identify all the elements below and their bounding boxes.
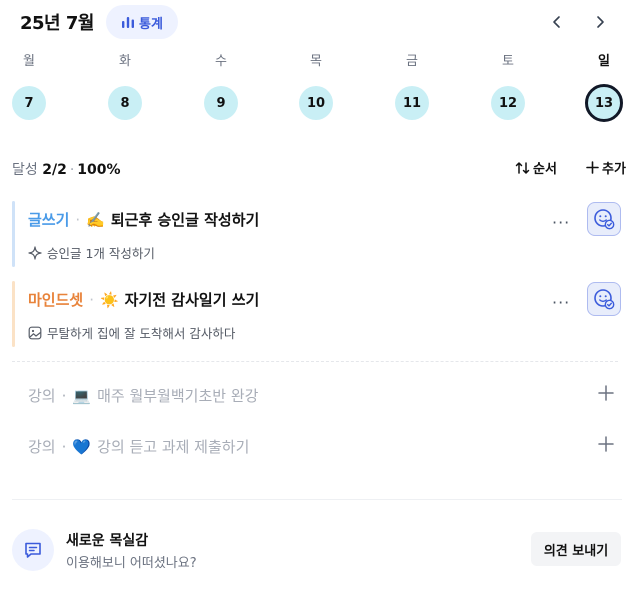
task-category: 마인드셋	[28, 291, 84, 309]
order-button[interactable]: 순서	[515, 158, 557, 177]
calendar-header: 25년 7월 통계	[0, 0, 640, 44]
task-emoji: ☀️	[99, 290, 119, 309]
separator-dot: ·	[69, 162, 75, 178]
bar-chart-icon	[122, 17, 135, 28]
day-wed[interactable]: 수 9	[191, 52, 251, 120]
day-name: 일	[598, 54, 610, 69]
achievement-summary: 달성 2/2 · 100% 순서 추가	[12, 156, 628, 180]
pending-task-item[interactable]: 강의 · 💻 매주 월부월백기초반 완강	[12, 379, 618, 411]
task-color-bar	[12, 201, 15, 267]
feedback-subtitle: 이용해보니 어떠셨나요?	[66, 556, 197, 571]
add-label: 추가	[602, 162, 626, 177]
task-emoji: ✍️	[86, 210, 105, 229]
task-emoji: 💻	[72, 386, 92, 405]
separator-dot: ·	[75, 210, 81, 229]
stats-button[interactable]: 통계	[106, 5, 178, 39]
week-strip: 월 7 화 8 수 9 목 10 금 11 토 12 일 13	[0, 52, 640, 124]
chevron-right-icon	[597, 16, 604, 28]
day-date: 8	[108, 86, 142, 120]
add-to-today-button[interactable]	[596, 434, 616, 454]
day-date: 7	[12, 86, 46, 120]
task-name: 자기전 감사일기 쓰기	[124, 291, 260, 309]
footer-divider	[12, 499, 622, 500]
day-name: 월	[23, 54, 35, 69]
separator-dot: ·	[61, 437, 67, 456]
task-emoji: 💙	[72, 437, 92, 456]
plus-icon	[598, 436, 614, 452]
separator-dot: ·	[89, 290, 94, 309]
day-sat[interactable]: 토 12	[478, 52, 538, 120]
separator-dot: ·	[61, 386, 67, 405]
feedback-title: 새로운 목실감	[66, 533, 149, 549]
day-name: 목	[310, 54, 322, 69]
day-name: 화	[119, 54, 131, 69]
task-name: 매주 월부월백기초반 완강	[97, 387, 259, 405]
task-category: 글쓰기	[28, 211, 70, 229]
achievement-text: 달성 2/2 · 100%	[12, 159, 121, 179]
sparkle-icon	[28, 245, 42, 260]
plus-icon	[586, 161, 599, 174]
day-date: 10	[299, 86, 333, 120]
day-name: 금	[406, 54, 418, 69]
feedback-icon-wrap	[12, 529, 54, 571]
day-date: 11	[395, 86, 429, 120]
day-tue[interactable]: 화 8	[95, 52, 155, 120]
pending-task-title: 강의 · 💙 강의 듣고 과제 제출하기	[28, 436, 249, 457]
task-subtitle: 승인글 1개 작성하기	[28, 243, 155, 262]
smile-check-icon	[594, 289, 615, 310]
achievement-label: 달성	[12, 162, 38, 178]
more-options-button[interactable]: ···	[552, 293, 570, 312]
month-title: 25년 7월	[20, 13, 94, 34]
pending-task-item[interactable]: 강의 · 💙 강의 듣고 과제 제출하기	[12, 430, 618, 462]
pending-task-title: 강의 · 💻 매주 월부월백기초반 완강	[28, 385, 258, 406]
task-item[interactable]: 마인드셋 · ☀️ 자기전 감사일기 쓰기 무탈하게 집에 잘 도착해서 감사하…	[12, 281, 628, 347]
add-to-today-button[interactable]	[596, 383, 616, 403]
send-feedback-button[interactable]: 의견 보내기	[531, 532, 621, 566]
plus-icon	[598, 385, 614, 401]
day-date: 13	[585, 84, 623, 122]
next-week-button[interactable]	[588, 10, 612, 34]
day-name: 수	[215, 54, 227, 69]
smile-check-icon	[594, 209, 615, 230]
prev-week-button[interactable]	[545, 10, 569, 34]
day-mon[interactable]: 월 7	[0, 52, 59, 120]
day-sun-today[interactable]: 일 13	[574, 52, 634, 122]
task-subtitle-text: 승인글 1개 작성하기	[47, 246, 155, 261]
chevron-left-icon	[553, 16, 560, 28]
task-subtitle-text: 무탈하게 집에 잘 도착해서 감사하다	[47, 326, 236, 341]
complete-status-button[interactable]	[587, 282, 621, 316]
task-item[interactable]: 글쓰기 · ✍️ 퇴근후 승인글 작성하기 승인글 1개 작성하기 ···	[12, 201, 628, 267]
photo-memo-icon	[28, 326, 42, 339]
day-date: 9	[204, 86, 238, 120]
task-title: 글쓰기 · ✍️ 퇴근후 승인글 작성하기	[28, 209, 259, 230]
add-task-button[interactable]: 추가	[586, 158, 626, 177]
task-name: 퇴근후 승인글 작성하기	[110, 211, 260, 229]
day-name: 토	[502, 54, 514, 69]
achievement-count: 2/2	[42, 162, 67, 178]
task-name: 강의 듣고 과제 제출하기	[97, 438, 250, 456]
day-date: 12	[491, 86, 525, 120]
more-options-button[interactable]: ···	[552, 213, 570, 232]
order-label: 순서	[533, 162, 557, 177]
feedback-banner: 새로운 목실감 이용해보니 어떠셨나요? 의견 보내기	[12, 526, 628, 576]
day-thu[interactable]: 목 10	[286, 52, 346, 120]
task-category: 강의	[28, 438, 56, 456]
message-icon	[25, 542, 41, 558]
achievement-percent: 100%	[77, 162, 121, 178]
section-divider	[12, 361, 618, 362]
task-category: 강의	[28, 387, 56, 405]
task-subtitle: 무탈하게 집에 잘 도착해서 감사하다	[28, 323, 235, 342]
stats-label: 통계	[139, 16, 163, 32]
complete-status-button[interactable]	[587, 202, 621, 236]
task-title: 마인드셋 · ☀️ 자기전 감사일기 쓰기	[28, 289, 259, 310]
day-fri[interactable]: 금 11	[382, 52, 442, 120]
task-color-bar	[12, 281, 15, 347]
sort-arrows-icon	[515, 161, 530, 174]
